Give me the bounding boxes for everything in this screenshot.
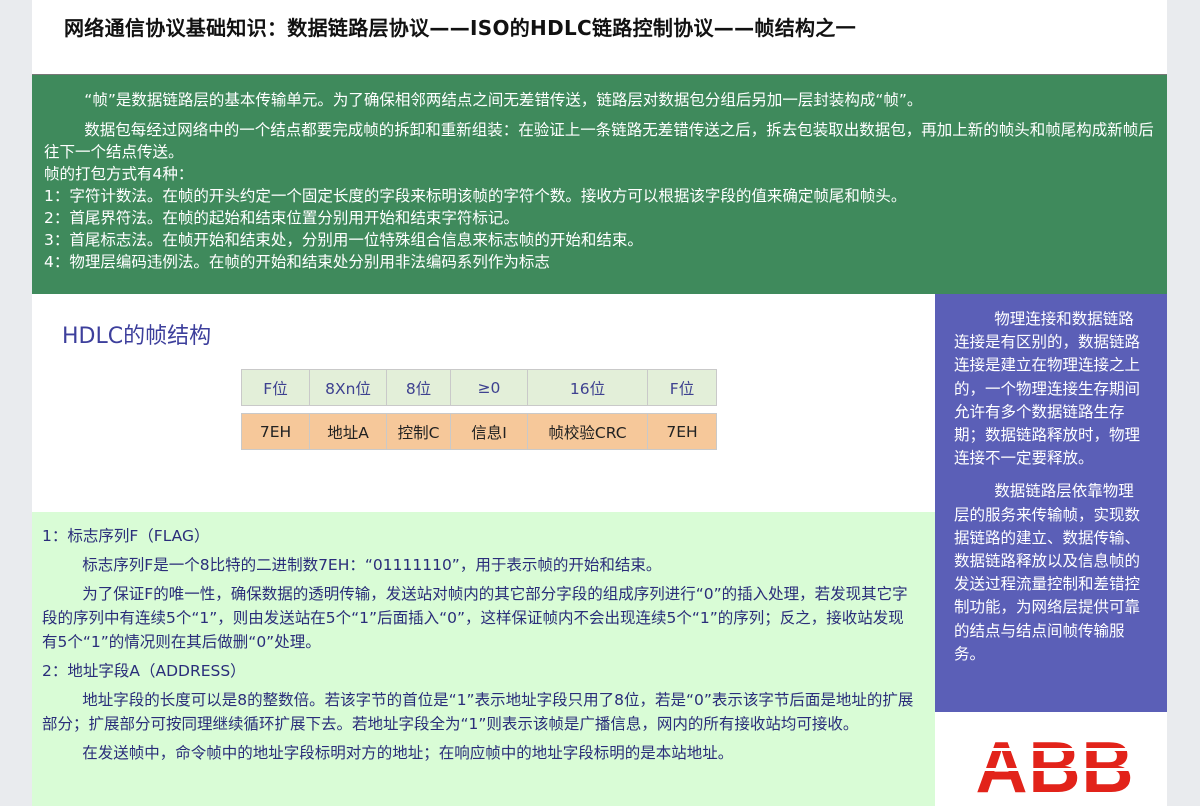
bits-cell: 8Xn位 — [309, 369, 387, 406]
framing-method-3: 3：首尾标志法。在帧开始和结束处，分别用一位特殊组合信息来标志帧的开始和结束。 — [44, 231, 643, 249]
frame-bits-row: F位 8Xn位 8位 ≥0 16位 F位 — [241, 369, 717, 406]
address-paragraph-2: 在发送帧中，命令帧中的地址字段标明对方的地址；在响应帧中的地址字段标明的是本站地… — [82, 744, 734, 762]
framing-method-4: 4：物理层编码违例法。在帧的开始和结束处分别用非法编码系列作为标志 — [44, 253, 550, 271]
bits-cell: 16位 — [527, 369, 648, 406]
flag-paragraph-1: 标志序列F是一个8比特的二进制数7EH：“01111110”，用于表示帧的开始和… — [82, 556, 662, 574]
sidebar-paragraph-1: 物理连接和数据链路连接是有区别的，数据链路连接是建立在物理连接之上的，一个物理连… — [954, 310, 1141, 468]
bits-cell: F位 — [647, 369, 717, 406]
abb-logo: ABB — [935, 712, 1167, 806]
framing-method-2: 2：首尾界符法。在帧的起始和结束位置分别用开始和结束字符标记。 — [44, 209, 519, 227]
abb-logo-text: ABB — [976, 728, 1135, 806]
field-cell: 信息I — [450, 413, 528, 450]
bits-cell: ≥0 — [450, 369, 528, 406]
logo-stripe — [975, 748, 1135, 751]
intro-paragraph-3: 帧的打包方式有4种： — [44, 165, 194, 183]
bits-cell: 8位 — [386, 369, 451, 406]
field-cell: 帧校验CRC — [527, 413, 648, 450]
slide-title: 网络通信协议基础知识：数据链路层协议——ISO的HDLC链路控制协议——帧结构之… — [64, 16, 856, 40]
frame-fields-row: 7EH 地址A 控制C 信息I 帧校验CRC 7EH — [241, 413, 717, 450]
field-cell: 7EH — [647, 413, 717, 450]
flag-paragraph-2: 为了保证F的唯一性，确保数据的透明传输，发送站对帧内的其它部分字段的组成序列进行… — [42, 585, 908, 651]
intro-paragraph-1: “帧”是数据链路层的基本传输单元。为了确保相邻两结点之间无差错传送，链路层对数据… — [84, 91, 923, 109]
flag-heading: 1：标志序列F（FLAG） — [42, 527, 210, 545]
field-cell: 控制C — [386, 413, 451, 450]
intro-panel: “帧”是数据链路层的基本传输单元。为了确保相邻两结点之间无差错传送，链路层对数据… — [32, 75, 1167, 294]
hdlc-frame-title: HDLC的帧结构 — [62, 324, 212, 349]
abb-logo-mark: ABB — [975, 728, 1135, 806]
sidebar-panel: 物理连接和数据链路连接是有区别的，数据链路连接是建立在物理连接之上的，一个物理连… — [935, 294, 1167, 712]
field-cell: 7EH — [241, 413, 310, 450]
framing-method-1: 1：字符计数法。在帧的开头约定一个固定长度的字段来标明该帧的字符个数。接收方可以… — [44, 187, 907, 205]
field-cell: 地址A — [309, 413, 387, 450]
hdlc-frame-table: F位 8Xn位 8位 ≥0 16位 F位 7EH 地址A 控制C 信息I 帧校验… — [241, 369, 717, 450]
address-heading: 2：地址字段A（ADDRESS） — [42, 662, 246, 680]
slide: 网络通信协议基础知识：数据链路层协议——ISO的HDLC链路控制协议——帧结构之… — [32, 0, 1167, 806]
intro-paragraph-2: 数据包每经过网络中的一个结点都要完成帧的拆卸和重新组装：在验证上一条链路无差错传… — [44, 121, 1154, 161]
sidebar-paragraph-2: 数据链路层依靠物理层的服务来传输帧，实现数据链路的建立、数据传输、数据链路释放以… — [954, 482, 1141, 663]
field-explanation-panel: 1：标志序列F（FLAG） 标志序列F是一个8比特的二进制数7EH：“01111… — [32, 512, 935, 806]
logo-stripe — [975, 768, 1135, 771]
address-paragraph-1: 地址字段的长度可以是8的整数倍。若该字节的首位是“1”表示地址字段只用了8位，若… — [42, 691, 914, 733]
bits-cell: F位 — [241, 369, 310, 406]
